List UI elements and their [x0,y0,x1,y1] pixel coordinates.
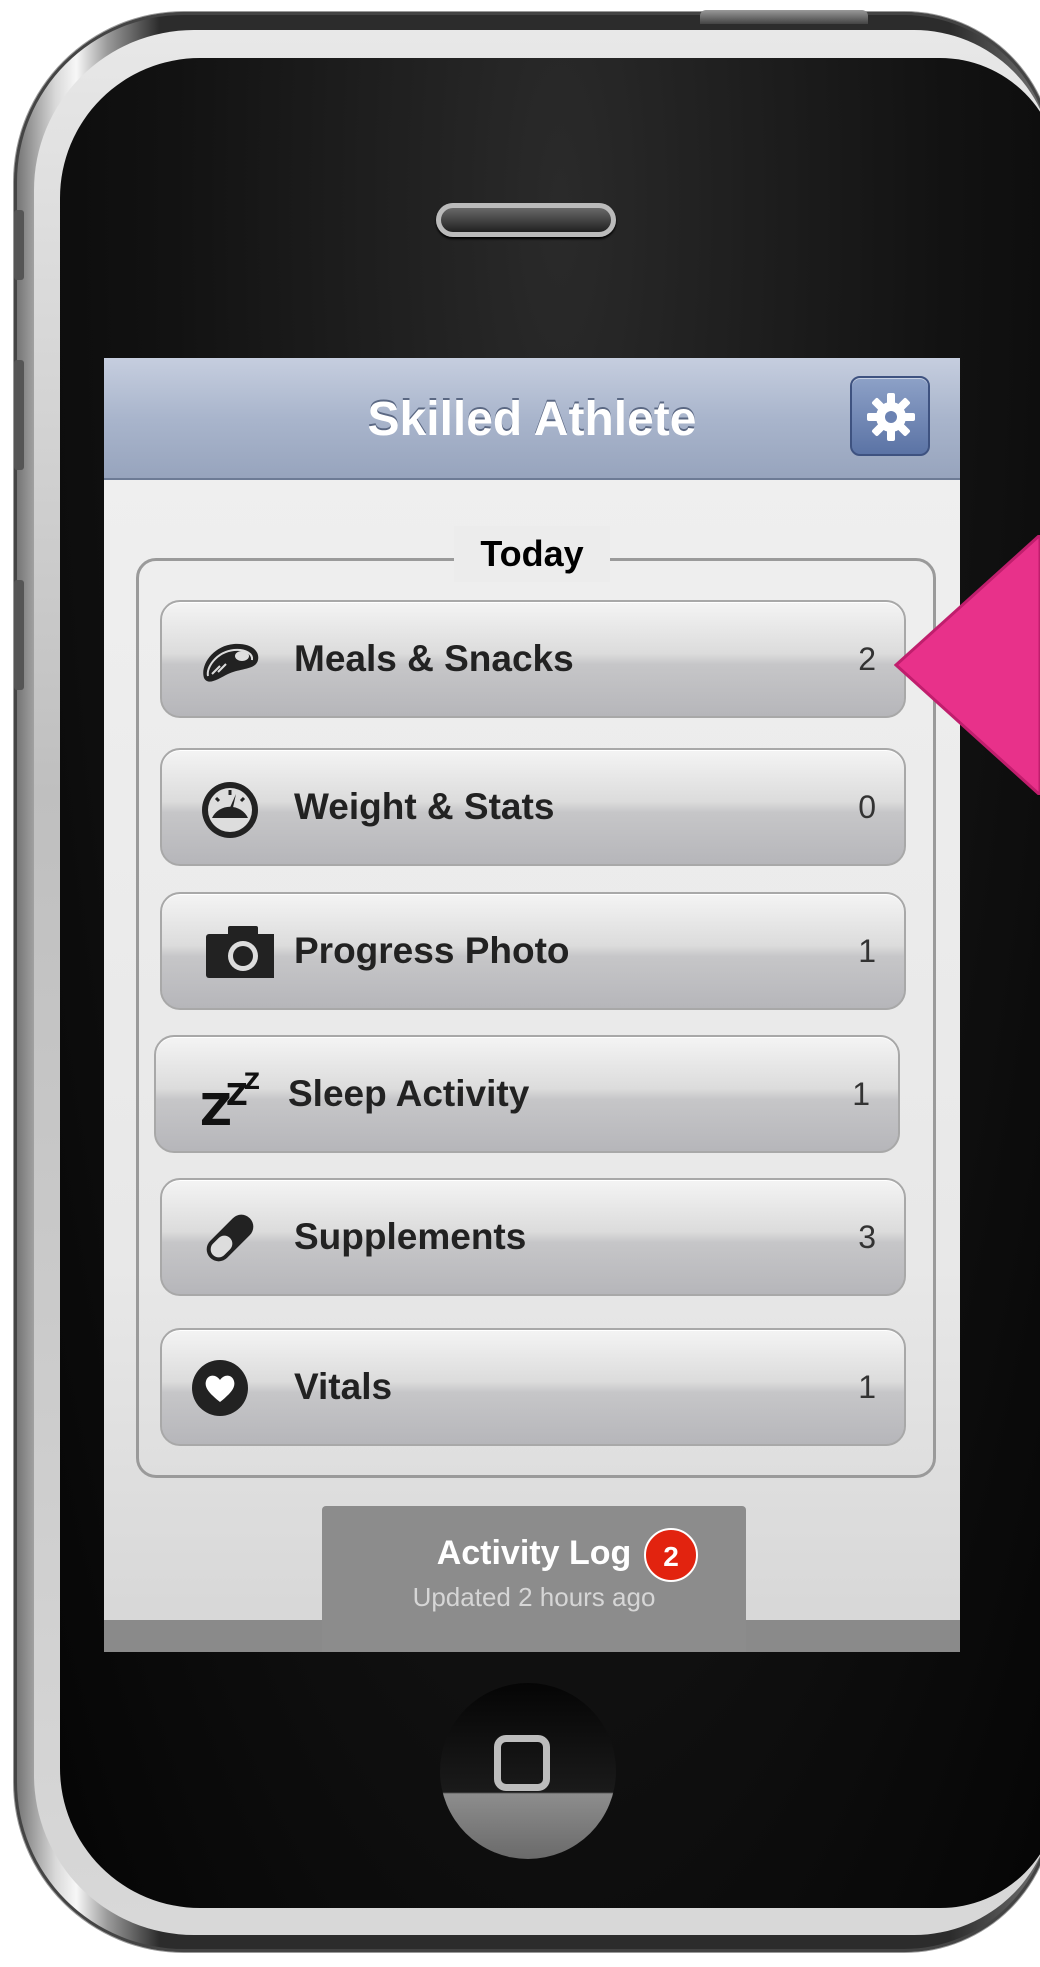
row-count: 1 [852,1076,870,1112]
progress-photo-row[interactable]: Progress Photo 1 [160,892,906,1010]
row-count: 2 [858,641,876,677]
volume-up-button [14,360,24,470]
row-label: Vitals [294,1366,393,1407]
steak-icon [203,643,259,682]
earpiece-speaker [436,203,616,237]
page-title: Skilled Athlete [367,393,697,446]
row-label: Supplements [294,1216,527,1257]
notification-badge: 2 [644,1528,698,1582]
callout-arrow [894,535,1040,795]
home-button[interactable] [440,1683,616,1859]
svg-text:Z: Z [244,1070,260,1095]
activity-log-subtitle: Updated 2 hours ago [412,1582,656,1612]
activity-log-label: Activity Log [436,1534,632,1572]
sleep-activity-row[interactable]: Z Z Z Sleep Activity 1 [154,1035,900,1153]
group-title: Today [454,526,610,582]
navigation-bar: Skilled Athlete [104,358,960,480]
camera-icon [206,926,274,978]
activity-log-tab[interactable]: Activity Log 2 Updated 2 hours ago [322,1506,746,1652]
meals-snacks-row[interactable]: Meals & Snacks 2 [160,600,906,718]
row-count: 0 [858,789,876,825]
pill-icon [206,1214,254,1262]
home-square-icon [494,1735,550,1791]
row-label: Sleep Activity [288,1073,530,1114]
settings-button[interactable] [850,376,930,456]
row-count: 1 [858,1369,876,1405]
volume-down-button [14,580,24,690]
row-label: Weight & Stats [294,786,555,827]
row-count: 1 [858,933,876,969]
supplements-row[interactable]: Supplements 3 [160,1178,906,1296]
app-screen: Skilled Athlete Today Meals & Snacks 2 W… [104,358,960,1652]
sleep-wake-button [700,10,868,24]
vitals-row[interactable]: Vitals 1 [160,1328,906,1446]
volume-switch [14,210,24,280]
heart-icon [192,1360,248,1416]
row-label: Progress Photo [294,930,570,971]
scale-gauge-icon [202,782,258,838]
weight-stats-row[interactable]: Weight & Stats 0 [160,748,906,866]
gear-icon [867,393,915,441]
row-label: Meals & Snacks [294,638,574,679]
zzz-sleep-icon: Z Z Z [200,1070,260,1131]
row-count: 3 [858,1219,876,1255]
